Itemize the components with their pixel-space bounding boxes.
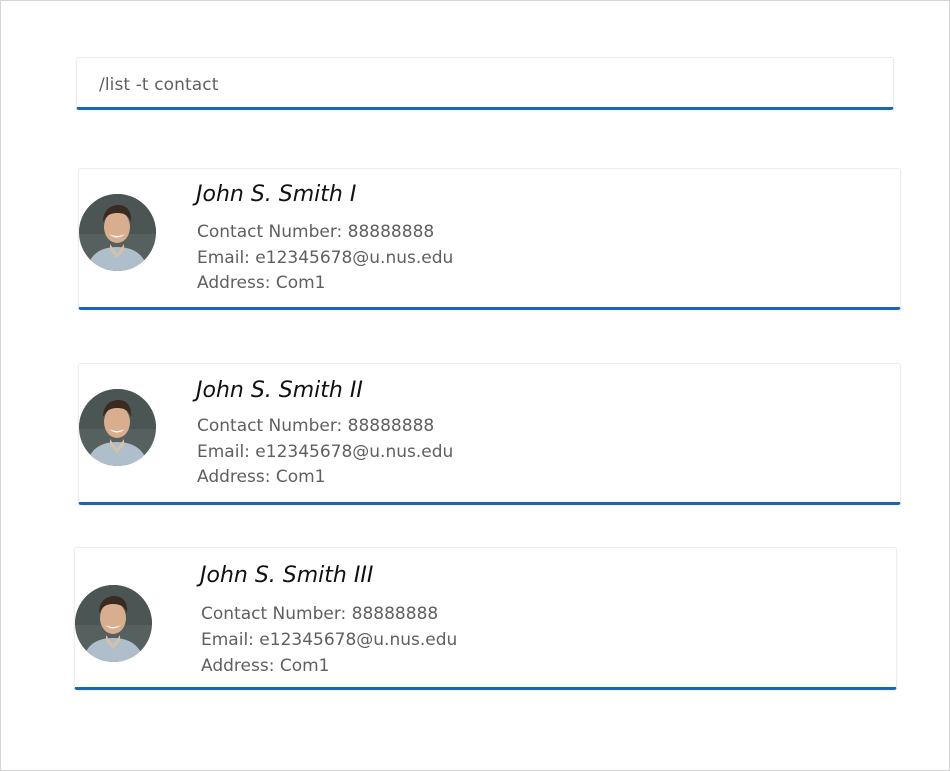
command-input-value: /list -t contact — [99, 75, 219, 95]
person-photo-icon — [79, 194, 156, 271]
contact-address: Address: Com1 — [201, 656, 330, 676]
contact-number: Contact Number: 88888888 — [201, 604, 439, 624]
command-input[interactable]: /list -t contact — [76, 57, 894, 110]
contact-card[interactable]: John S. Smith II Contact Number: 8888888… — [78, 363, 901, 505]
contact-email: Email: e12345678@u.nus.edu — [197, 248, 454, 268]
contact-email: Email: e12345678@u.nus.edu — [197, 442, 454, 462]
avatar — [79, 389, 156, 466]
contact-number: Contact Number: 88888888 — [197, 416, 435, 436]
contact-address: Address: Com1 — [197, 467, 326, 487]
contact-name: John S. Smith II — [196, 378, 363, 403]
person-photo-icon — [79, 389, 156, 466]
contact-address: Address: Com1 — [197, 273, 326, 293]
contact-number: Contact Number: 88888888 — [197, 222, 435, 242]
avatar — [79, 194, 156, 271]
avatar — [75, 585, 152, 662]
contact-name: John S. Smith I — [196, 182, 357, 207]
person-photo-icon — [75, 585, 152, 662]
contact-name: John S. Smith III — [200, 563, 374, 588]
contact-email: Email: e12345678@u.nus.edu — [201, 630, 458, 650]
contact-card[interactable]: John S. Smith I Contact Number: 88888888… — [78, 168, 901, 310]
contact-card[interactable]: John S. Smith III Contact Number: 888888… — [74, 547, 897, 690]
